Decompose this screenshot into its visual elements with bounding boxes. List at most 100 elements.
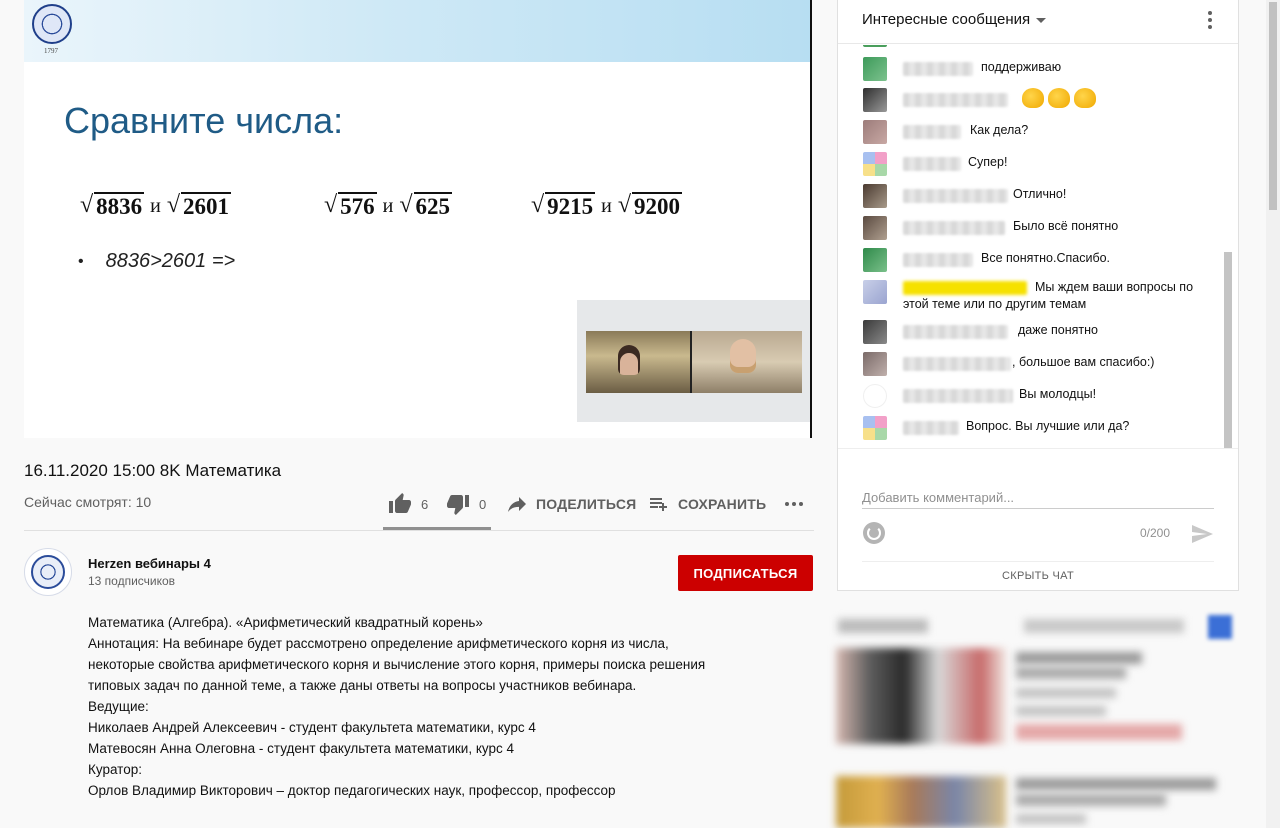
chat-scrollbar[interactable] [1224, 252, 1232, 448]
slide-header-band [24, 0, 810, 62]
description-line: Куратор: [88, 762, 142, 777]
chat-title: Интересные сообщения [862, 11, 1031, 28]
slide-title: Сравните числа: [64, 100, 344, 141]
smiley-icon [867, 526, 881, 540]
chat-message-text: поддерживаю [981, 60, 1062, 74]
recommendations-chip-blurred[interactable] [838, 619, 928, 633]
chat-avatar [863, 120, 887, 144]
chat-comment-input[interactable] [862, 487, 1214, 509]
chat-message-text: Было всё понятно [1013, 219, 1119, 233]
more-actions-button[interactable] [782, 490, 806, 518]
chat-message-text: Как дела? [970, 123, 1029, 137]
clapping-hands-icon [1022, 88, 1044, 108]
chat-menu-button[interactable] [1206, 11, 1214, 29]
chat-author-name-redacted [903, 389, 1013, 403]
recommended-video-badge-blurred [1016, 724, 1182, 740]
recommended-video-meta-blurred [1016, 706, 1106, 716]
share-label: ПОДЕЛИТЬСЯ [536, 496, 637, 512]
share-button[interactable]: ПОДЕЛИТЬСЯ [505, 490, 636, 518]
subscribe-button[interactable]: ПОДПИСАТЬСЯ [678, 555, 813, 591]
comparison-pair-2: √ 576 и √ 625 [324, 192, 453, 219]
university-logo [31, 555, 65, 589]
sqrt-expression: √ 625 [399, 192, 453, 219]
description-line: Орлов Владимир Викторович – доктор педаг… [88, 783, 616, 798]
chat-message-text: Все понятно.Спасибо. [981, 251, 1111, 265]
sqrt-expression: √ 9200 [617, 192, 683, 219]
recommended-video-thumbnail-blurred[interactable] [836, 776, 1006, 828]
chat-avatar [863, 45, 887, 47]
chat-message-text: Вопрос. Вы лучшие или да? [966, 419, 1130, 433]
chat-avatar [863, 384, 887, 408]
chat-avatar [863, 88, 887, 112]
like-count: 6 [421, 496, 429, 512]
chat-message-text: , большое вам спасибо:) [1012, 355, 1155, 369]
video-player[interactable]: 1797 Сравните числа: √ 8836 и √ 2601 √ 576 … [24, 0, 812, 438]
logo-year: 1797 [44, 47, 58, 55]
webcam-feed [586, 331, 802, 393]
recommended-video-title-blurred[interactable] [1016, 652, 1142, 664]
more-horizontal-icon [785, 502, 803, 506]
description-line: Ведущие: [88, 699, 149, 714]
clapping-hands-icon [1048, 88, 1070, 108]
clapping-hands-icon [1074, 88, 1096, 108]
chat-header: Интересные сообщения [838, 0, 1238, 44]
dislike-button[interactable]: 0 [446, 490, 486, 518]
recommended-video-title-blurred[interactable] [1016, 667, 1126, 679]
chat-avatar [863, 57, 887, 81]
sqrt-expression: √ 9215 [531, 192, 596, 219]
video-title: 16.11.2020 15:00 8K Математика [24, 461, 282, 480]
chat-author-name-redacted [903, 325, 1008, 339]
chat-message-text: Супер! [968, 155, 1008, 169]
description-line: Аннотация: На вебинаре будет рассмотрено… [88, 636, 706, 693]
chat-avatar [863, 352, 887, 376]
dislike-count: 0 [479, 496, 487, 512]
description-line: Матевосян Анна Олеговна - студент факуль… [88, 741, 515, 756]
sqrt-expression: √ 576 [324, 192, 377, 219]
share-arrow-icon [508, 497, 526, 512]
page-scrollbar[interactable] [1266, 0, 1280, 828]
presenter-video-2 [692, 331, 802, 393]
hide-chat-button[interactable]: СКРЫТЬ ЧАТ [862, 561, 1214, 591]
chat-message-moderator[interactable]: Мы ждем ваши вопросы по этой теме или по… [838, 274, 1222, 318]
divider [24, 530, 814, 531]
like-button[interactable]: 6 [388, 490, 428, 518]
emoji-picker-button[interactable] [863, 522, 885, 544]
bullet-dot: • [78, 252, 84, 270]
send-icon[interactable] [1190, 522, 1214, 546]
chat-message-text: даже понятно [1018, 323, 1099, 337]
chat-avatar [863, 416, 887, 440]
recommended-video-title-blurred[interactable] [1016, 794, 1166, 806]
thumbs-up-icon [389, 493, 411, 513]
video-description: Математика (Алгебра). «Арифметический кв… [88, 612, 728, 801]
autoplay-toggle-blurred[interactable] [1208, 615, 1232, 639]
channel-avatar[interactable] [24, 548, 72, 596]
viewer-count: Сейчас смотрят: 10 [24, 494, 152, 510]
caret-down-icon [1036, 18, 1047, 23]
chat-author-name-redacted [903, 357, 1011, 371]
subscriber-count: 13 подписчиков [88, 574, 176, 588]
channel-name[interactable]: Herzen вебинары 4 [88, 556, 211, 571]
description-line: Николаев Андрей Алексеевич - студент фак… [88, 720, 536, 735]
char-counter: 0/200 [1140, 526, 1171, 540]
chat-author-name-redacted [903, 125, 961, 139]
more-vertical-icon [1208, 11, 1212, 15]
chat-avatar [863, 248, 887, 272]
chat-message-text: Вы молодцы! [1019, 387, 1097, 401]
chat-author-name-redacted [903, 221, 1005, 235]
page-scrollbar-thumb[interactable] [1269, 2, 1277, 210]
recommended-video-thumbnail-blurred[interactable] [836, 648, 1006, 744]
chat-message-list[interactable]: поддерживаю Как дела? Супер! Отлично! Бы… [838, 45, 1222, 448]
chat-message-text: Мы ждем ваши вопросы по этой теме или по… [903, 280, 1194, 311]
save-button[interactable]: СОХРАНИТЬ [647, 490, 766, 518]
recommendations-chip-blurred[interactable] [1024, 619, 1184, 633]
webcam-overlay [577, 300, 810, 422]
chat-author-name-redacted [903, 421, 959, 435]
save-label: СОХРАНИТЬ [678, 496, 767, 512]
recommended-video-title-blurred[interactable] [1016, 778, 1216, 790]
presenter-video-1 [586, 331, 691, 393]
chat-author-name-redacted [903, 253, 973, 267]
chat-avatar [863, 280, 887, 304]
recommended-video-meta-blurred [1016, 814, 1086, 824]
chat-mode-dropdown[interactable]: Интересные сообщения [862, 11, 1047, 28]
bullet-text: 8836>2601 => [105, 250, 236, 272]
